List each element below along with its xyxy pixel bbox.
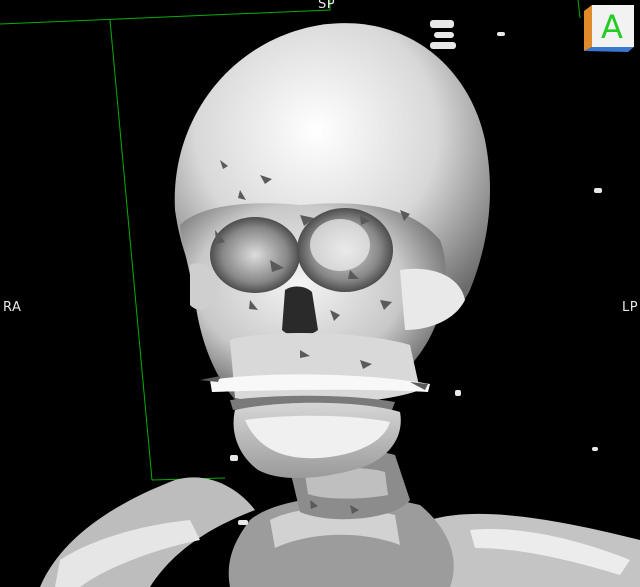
volume-render-viewport[interactable]: SP RA LP A xyxy=(0,0,640,587)
orientation-cube[interactable]: A xyxy=(582,3,636,53)
right-orbit xyxy=(210,217,300,293)
maxilla xyxy=(230,333,420,404)
orientation-label-top: SP xyxy=(318,0,336,12)
orientation-label-left: RA xyxy=(3,300,22,315)
skull-3d-rendering[interactable] xyxy=(0,0,640,587)
orientation-label-right: LP xyxy=(622,300,639,315)
orientation-cube-face-label: A xyxy=(601,8,623,46)
